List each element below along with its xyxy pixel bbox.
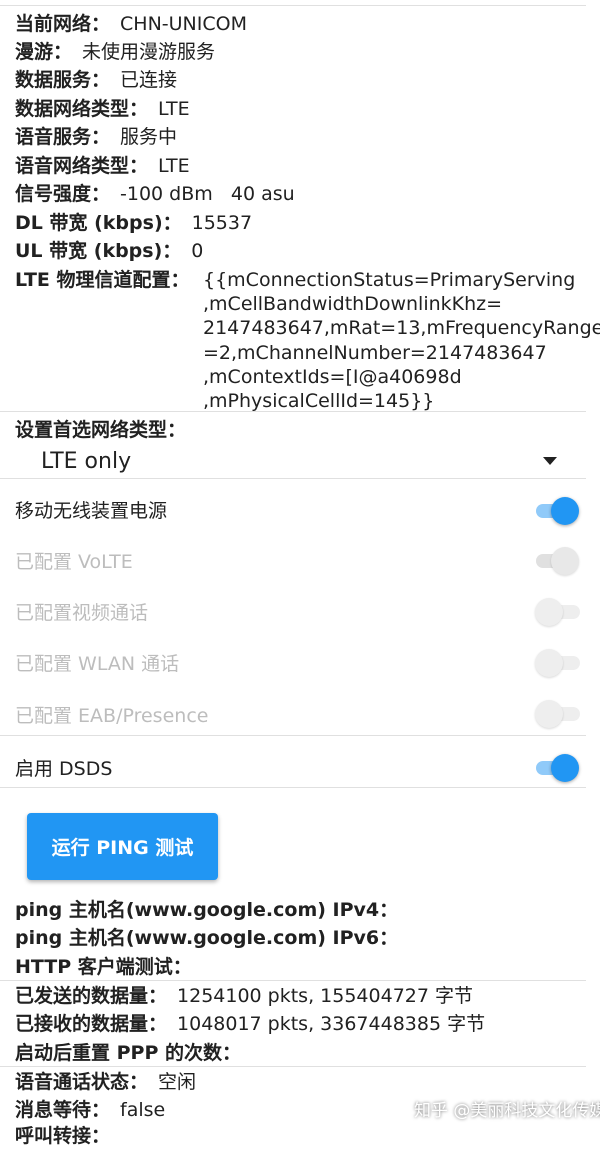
divider [0,787,586,788]
info-row-ul-bandwidth: UL 带宽 (kbps)： 0 [15,240,204,262]
voice-call-status-row: 语音通话状态： 空闲 [15,1071,197,1093]
watermark: 知乎 @美丽科技文化传媒 [414,1101,600,1121]
ping-ipv4-row: ping 主机名(www.google.com) IPv4： [15,899,399,921]
ping-ipv6-row: ping 主机名(www.google.com) IPv6： [15,927,399,949]
chevron-down-icon [543,457,557,465]
info-row-data-network-type: 数据网络类型： LTE [15,98,190,120]
radio-power-switch[interactable] [533,496,581,526]
divider [0,735,586,736]
info-row-dl-bandwidth: DL 带宽 (kbps)： 15537 [15,212,253,234]
run-ping-test-button[interactable]: 运行 PING 测试 [27,813,218,880]
info-row-data-service: 数据服务： 已连接 [15,69,178,91]
divider [0,980,586,981]
http-client-test-row: HTTP 客户端测试： [15,956,192,978]
toggle-label-dsds: 启用 DSDS [15,758,113,780]
network-type-dropdown[interactable]: LTE only [15,444,586,478]
info-row-signal-strength: 信号强度： -100 dBm 40 asu [15,183,295,205]
message-waiting-row: 消息等待： false [15,1099,166,1121]
top-divider [0,0,586,6]
divider [0,1066,586,1067]
divider [0,478,586,479]
volte-switch[interactable] [533,546,581,576]
info-row-voice-service: 语音服务： 服务中 [15,126,178,148]
toggle-label-video-call: 已配置视频通话 [15,602,149,624]
info-row-roaming: 漫游： 未使用漫游服务 [15,41,216,63]
info-row-voice-network-type: 语音网络类型： LTE [15,155,190,177]
data-sent-row: 已发送的数据量： 1254100 pkts, 155404727 字节 [15,985,474,1007]
wlan-call-switch[interactable] [535,648,591,678]
call-forwarding-row: 呼叫转接： [15,1125,111,1147]
divider [0,411,586,412]
eab-presence-switch[interactable] [535,699,591,729]
toggle-label-wlan-call: 已配置 WLAN 通话 [15,653,180,675]
toggle-label-radio-power: 移动无线装置电源 [15,500,168,522]
ppp-reset-row: 启动后重置 PPP 的次数： [15,1042,242,1064]
network-type-label: 设置首选网络类型： [15,419,187,441]
physical-channel-label: LTE 物理信道配置： [15,269,190,291]
info-row-current-network: 当前网络： CHN-UNICOM [15,13,247,35]
data-received-row: 已接收的数据量： 1048017 pkts, 3367448385 字节 [15,1013,486,1035]
toggle-label-volte: 已配置 VoLTE [15,551,133,573]
network-type-selected: LTE only [41,449,132,474]
dsds-switch[interactable] [533,753,581,783]
video-call-switch[interactable] [535,597,591,627]
toggle-label-eab-presence: 已配置 EAB/Presence [15,705,209,727]
physical-channel-value: {{mConnectionStatus=PrimaryServing ,mCel… [203,269,600,413]
